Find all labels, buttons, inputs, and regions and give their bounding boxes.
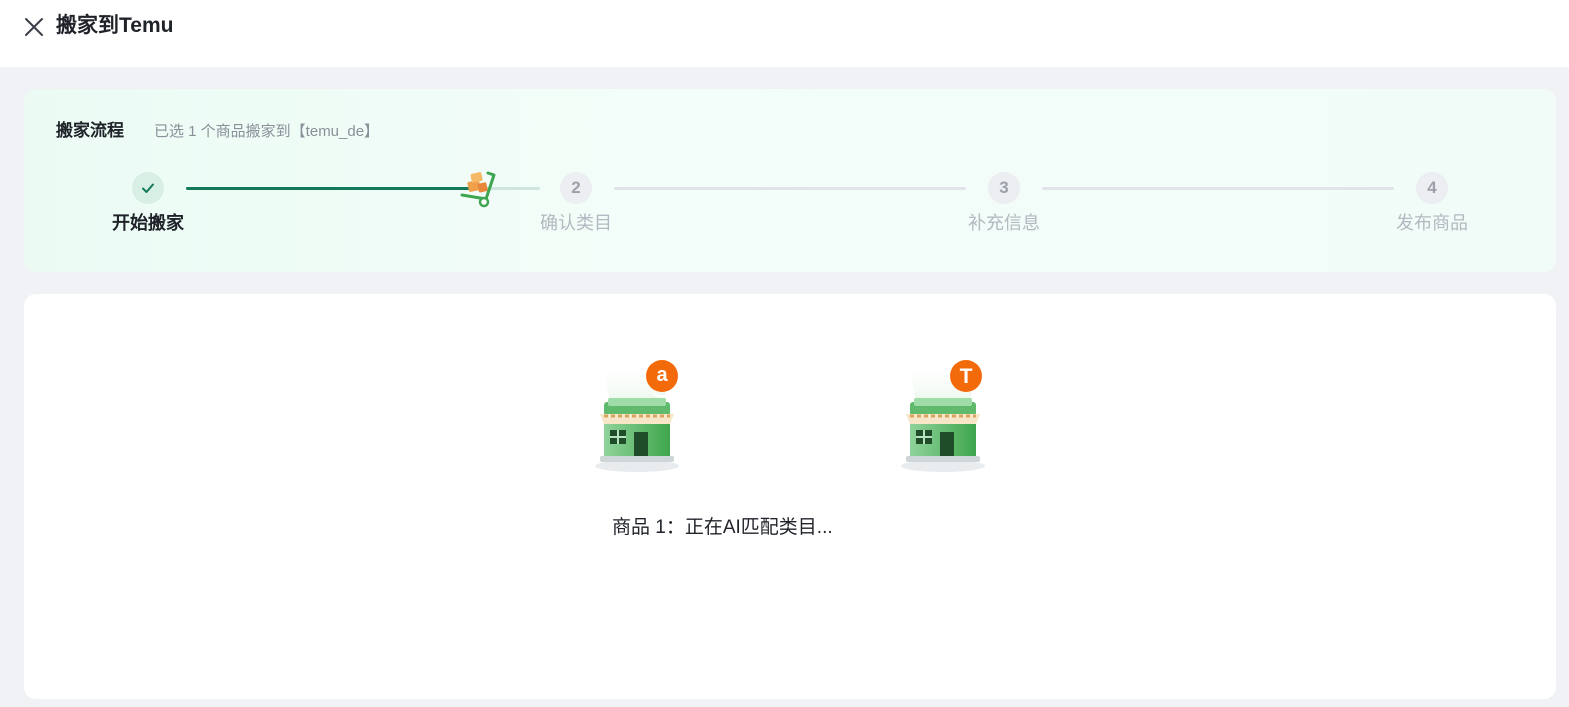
flow-title: 搬家流程: [56, 121, 124, 140]
close-icon[interactable]: [22, 15, 46, 39]
top-bar: 搬家到Temu: [0, 0, 1569, 67]
step-3-number: 3: [988, 172, 1020, 204]
amazon-smile-icon: [652, 386, 672, 398]
step-4-label: 发布商品: [1396, 213, 1468, 233]
step-progress-bar: [186, 187, 480, 190]
migration-status-card: a T 商品 1：正在AI匹配类目...: [24, 294, 1556, 699]
step-2-number: 2: [560, 172, 592, 204]
step-connector-3: [1042, 187, 1394, 190]
hand-truck-icon: [458, 169, 502, 209]
migration-flow-card: 搬家流程 已选 1 个商品搬家到【temu_de】 开始搬家 2 确认类目 3 …: [24, 89, 1556, 272]
step-2-label: 确认类目: [540, 213, 612, 233]
step-4-number: 4: [1416, 172, 1448, 204]
temu-badge-label: T: [959, 365, 973, 388]
migration-status-text: 商品 1：正在AI匹配类目...: [612, 517, 833, 538]
step-1-check-icon: [132, 172, 164, 204]
flow-subtitle: 已选 1 个商品搬家到【temu_de】: [154, 123, 380, 140]
step-1-label: 开始搬家: [112, 213, 184, 233]
step-3-label: 补充信息: [968, 213, 1040, 233]
page-title: 搬家到Temu: [56, 14, 174, 37]
step-connector-2: [614, 187, 966, 190]
amazon-badge-label: a: [656, 364, 668, 386]
